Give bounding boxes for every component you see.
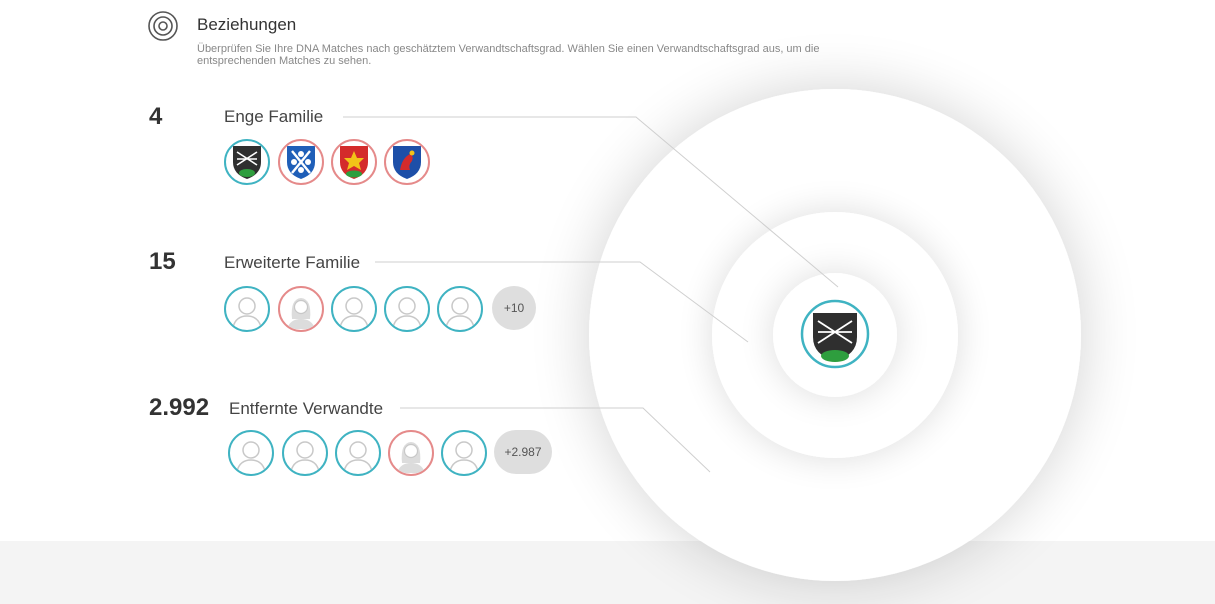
page-description: Überprüfen Sie Ihre DNA Matches nach ges… [197, 43, 820, 67]
male-avatar-icon[interactable] [228, 430, 274, 476]
center-avatar[interactable] [800, 299, 870, 369]
male-avatar-icon[interactable] [437, 286, 483, 332]
male-avatar-icon[interactable] [384, 286, 430, 332]
coat-of-arms-dragon-icon[interactable] [384, 139, 430, 185]
male-avatar-icon[interactable] [331, 286, 377, 332]
coat-of-arms-red-icon[interactable] [331, 139, 377, 185]
ring-extended[interactable] [712, 212, 958, 458]
footer-band [0, 541, 1215, 604]
more-matches-badge[interactable]: +2.987 [494, 430, 552, 474]
female-avatar-icon[interactable] [278, 286, 324, 332]
male-avatar-icon[interactable] [282, 430, 328, 476]
group-label-distant[interactable]: Entfernte Verwandte [229, 399, 383, 419]
male-avatar-icon[interactable] [441, 430, 487, 476]
ring-distant[interactable] [589, 89, 1081, 581]
female-avatar-icon[interactable] [388, 430, 434, 476]
male-avatar-icon[interactable] [335, 430, 381, 476]
concentric-circles-icon [148, 11, 178, 41]
male-avatar-icon[interactable] [224, 286, 270, 332]
more-matches-badge[interactable]: +10 [492, 286, 536, 330]
coat-of-arms-blue-icon[interactable] [278, 139, 324, 185]
group-count-close: 4 [149, 103, 163, 130]
page-title: Beziehungen [197, 15, 297, 34]
relationship-rings [343, 89, 1081, 581]
connector-line-extended [375, 261, 749, 343]
coat-of-arms-dark-icon[interactable] [224, 139, 270, 185]
ring-close[interactable] [773, 273, 897, 397]
group-label-extended[interactable]: Erweiterte Familie [224, 253, 360, 273]
group-count-extended: 15 [149, 248, 176, 275]
group-count-distant: 2.992 [149, 394, 210, 421]
group-label-close[interactable]: Enge Familie [224, 107, 323, 127]
